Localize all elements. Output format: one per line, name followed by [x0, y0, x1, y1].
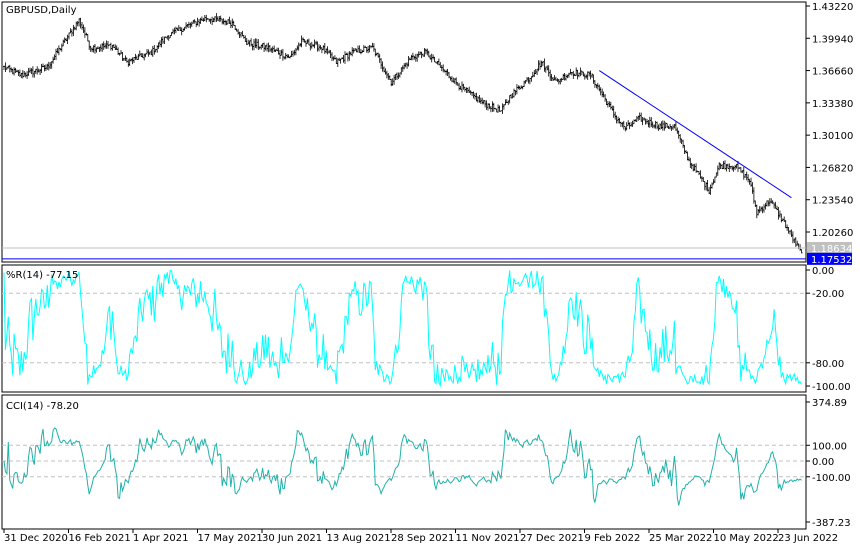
price-tags: 1.186341.17532 [807, 242, 852, 266]
indicator-tick-label: -100.00 [812, 382, 851, 393]
williams-r-axis: 0.00 -20.00 -80.00 -100.00 [806, 266, 851, 393]
price-tick-label: 1.33380 [812, 99, 853, 110]
indicator-tick-label: -387.23 [812, 518, 851, 529]
time-tick-label: 10 May 2022 [714, 533, 779, 544]
time-tick-label: 9 Feb 2022 [585, 533, 641, 544]
time-axis: 31 Dec 2020 16 Feb 2021 1 Apr 2021 17 May 2… [3, 529, 838, 544]
time-tick-label: 13 Aug 2021 [327, 533, 391, 544]
time-tick-label: 31 Dec 2020 [4, 533, 68, 544]
symbol-label: GBPUSD,Daily [6, 5, 77, 16]
time-tick-label: 30 Jun 2021 [262, 533, 322, 544]
price-tick-label: 1.36660 [812, 67, 853, 78]
cci-label: CCI(14) -78.20 [6, 401, 79, 412]
indicator-tick-label: -80.00 [812, 359, 844, 370]
price-tick-label: 1.30100 [812, 131, 853, 142]
cci-pane [1, 394, 807, 530]
time-tick-label: 11 Nov 2021 [456, 533, 520, 544]
time-tick-label: 25 Mar 2022 [649, 533, 712, 544]
cci-axis: 374.89 100.00 0.00 -100.00 -387.23 [806, 398, 851, 529]
williams-r-label: %R(14) -77.15 [6, 270, 78, 281]
time-tick-label: 17 May 2021 [198, 533, 263, 544]
price-tick-label: 1.26820 [812, 163, 853, 174]
price-tick-label: 1.23540 [812, 196, 853, 207]
time-tick-label: 28 Sep 2021 [391, 533, 454, 544]
time-tick-label: 1 Apr 2021 [133, 533, 188, 544]
time-tick-label: 16 Feb 2021 [69, 533, 131, 544]
price-tick-label: 1.20260 [812, 228, 853, 239]
indicator-tick-label: 100.00 [812, 441, 847, 452]
price-tick-label: 1.39940 [812, 34, 853, 45]
indicator-tick-label: -100.00 [812, 473, 851, 484]
price-chart: GBPUSD,Daily 1.43220 1.39940 1.36660 1.3338… [1, 1, 853, 544]
price-tag-label: 1.17532 [811, 255, 852, 266]
indicator-tick-label: -20.00 [812, 289, 844, 300]
price-axis: 1.43220 1.39940 1.36660 1.33380 1.30100 1.268… [806, 2, 853, 239]
price-tick-label: 1.43220 [812, 2, 853, 13]
indicator-tick-label: 0.00 [812, 266, 834, 277]
time-tick-label: 23 Jun 2022 [778, 533, 838, 544]
main-pane [1, 1, 807, 263]
indicator-tick-label: 0.00 [812, 457, 834, 468]
indicator-tick-label: 374.89 [812, 398, 847, 409]
time-tick-label: 27 Dec 2021 [520, 533, 584, 544]
